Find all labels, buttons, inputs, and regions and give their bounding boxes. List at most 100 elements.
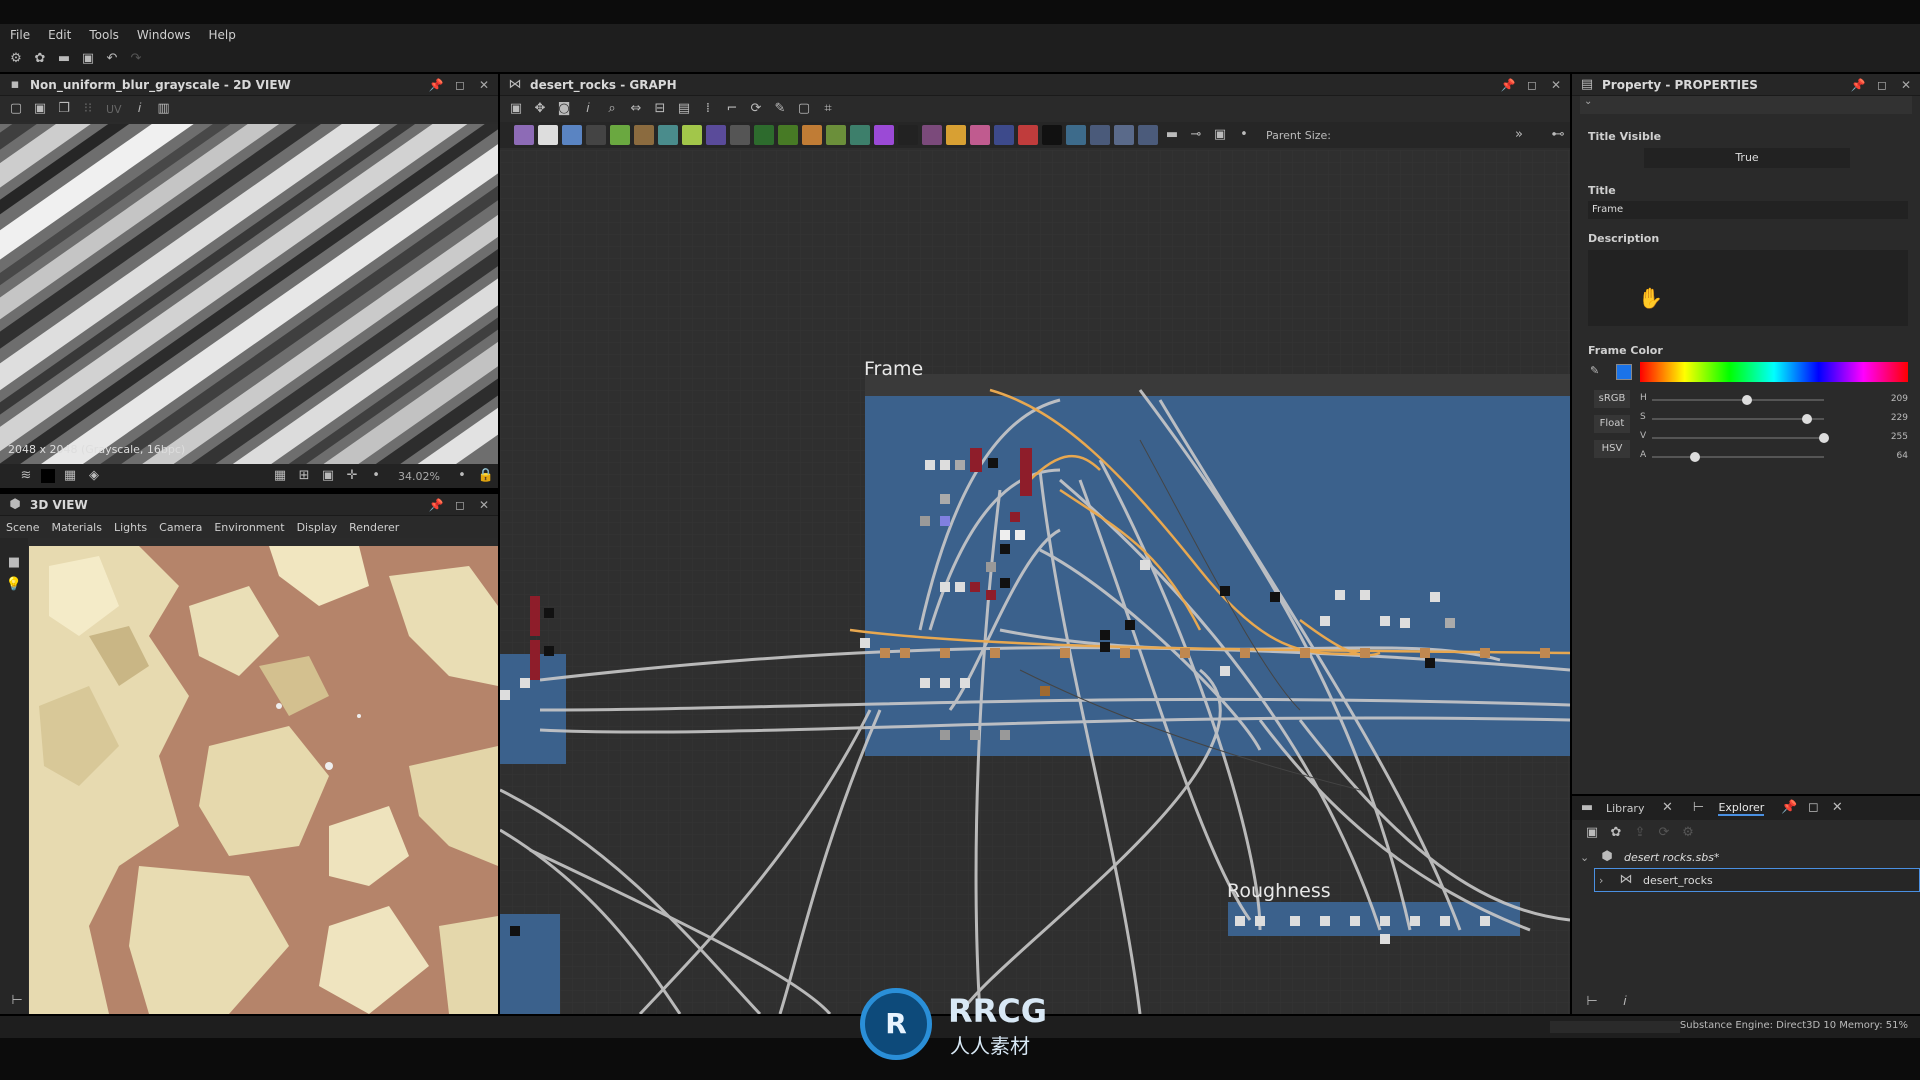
menu-display[interactable]: Display bbox=[297, 521, 338, 534]
toggle-icon[interactable]: ⊷ bbox=[1549, 126, 1567, 144]
warning-node-icon[interactable] bbox=[946, 125, 966, 145]
color-picker-icon[interactable]: ◈ bbox=[85, 467, 103, 485]
save-icon[interactable]: ▣ bbox=[1583, 824, 1601, 842]
center-icon[interactable]: ✛ bbox=[343, 467, 361, 485]
link-icon[interactable]: ⌐ bbox=[723, 100, 741, 118]
channels-icon[interactable]: ≋ bbox=[17, 467, 35, 485]
chevron-right-icon[interactable]: › bbox=[1599, 874, 1613, 887]
tab-library[interactable]: Library bbox=[1606, 802, 1644, 815]
fill-node-icon[interactable] bbox=[1018, 125, 1038, 145]
menu-file[interactable]: File bbox=[10, 28, 30, 42]
pin-icon[interactable]: 📌 bbox=[428, 77, 444, 93]
function-icon[interactable] bbox=[1114, 125, 1134, 145]
uv-dropdown[interactable]: UV bbox=[106, 103, 122, 116]
dot-node-icon[interactable]: • bbox=[1235, 126, 1253, 144]
normal-node-icon[interactable] bbox=[826, 125, 846, 145]
fit-view-icon[interactable]: ▣ bbox=[319, 467, 337, 485]
slider-track[interactable] bbox=[1652, 433, 1829, 443]
svg-node-icon[interactable] bbox=[538, 125, 558, 145]
slider-v[interactable]: V 255 bbox=[1640, 430, 1910, 449]
slider-a[interactable]: A 64 bbox=[1640, 449, 1910, 468]
histogram-icon[interactable]: ▥ bbox=[155, 100, 173, 118]
menu-windows[interactable]: Windows bbox=[137, 28, 191, 42]
pin-node-icon[interactable]: ⊸ bbox=[1187, 126, 1205, 144]
tools-icon[interactable]: ✎ bbox=[771, 100, 789, 118]
zoom-value[interactable]: 34.02% bbox=[398, 470, 440, 483]
save-icon[interactable]: ▣ bbox=[79, 50, 97, 68]
zoom-icon[interactable]: ⌕ bbox=[603, 100, 621, 118]
new-substance-icon[interactable]: ✿ bbox=[31, 50, 49, 68]
camera-icon[interactable]: ■ bbox=[5, 554, 23, 572]
fit-icon[interactable]: ⇔ bbox=[627, 100, 645, 118]
slider-track[interactable] bbox=[1652, 414, 1824, 424]
tree-icon[interactable]: ⊢ bbox=[1583, 993, 1601, 1011]
dot-icon[interactable]: • bbox=[367, 467, 385, 485]
graph-link-icon[interactable] bbox=[1138, 125, 1158, 145]
chevron-down-icon[interactable]: ⌄ bbox=[1584, 96, 1592, 107]
pin-icon[interactable]: 📌 bbox=[1780, 799, 1798, 817]
menu-help[interactable]: Help bbox=[208, 28, 235, 42]
close-icon[interactable]: ✕ bbox=[476, 497, 492, 513]
graph-row[interactable]: › ⋈ desert_rocks bbox=[1594, 868, 1920, 892]
screenshot-icon[interactable]: ◙ bbox=[555, 100, 573, 118]
input-node-icon[interactable] bbox=[778, 125, 798, 145]
maximize-icon[interactable]: ◻ bbox=[1874, 77, 1890, 93]
value-proc-icon[interactable] bbox=[1090, 125, 1110, 145]
edge-node-icon[interactable] bbox=[922, 125, 942, 145]
align-icon[interactable]: ⊟ bbox=[651, 100, 669, 118]
maximize-icon[interactable]: ◻ bbox=[1804, 799, 1822, 817]
scene-tree-icon[interactable]: ⊢ bbox=[8, 992, 26, 1010]
menu-materials[interactable]: Materials bbox=[52, 521, 102, 534]
frame-node-icon[interactable]: ▣ bbox=[1211, 126, 1229, 144]
collapse-bar[interactable]: ⌄ bbox=[1580, 96, 1912, 114]
export-icon[interactable]: ⇪ bbox=[1631, 824, 1649, 842]
pixel-proc-icon[interactable] bbox=[1066, 125, 1086, 145]
graph-canvas[interactable]: Frame Roughness bbox=[500, 150, 1570, 1014]
close-icon[interactable]: ✕ bbox=[1898, 77, 1914, 93]
menu-scene[interactable]: Scene bbox=[6, 521, 40, 534]
frame-color-swatch[interactable] bbox=[1616, 364, 1632, 380]
fit-icon[interactable]: ▢ bbox=[7, 100, 25, 118]
slider-handle[interactable] bbox=[1819, 433, 1829, 443]
info-icon[interactable]: 𝑖 bbox=[1616, 993, 1634, 1011]
expand-toolbar-icon[interactable]: » bbox=[1510, 126, 1528, 144]
copy-icon[interactable]: ❐ bbox=[55, 100, 73, 118]
output-node-icon[interactable] bbox=[754, 125, 774, 145]
tiling-icon[interactable]: ⊞ bbox=[295, 467, 313, 485]
move-icon[interactable]: ✥ bbox=[531, 100, 549, 118]
tile-icon[interactable]: ⁝⁝ bbox=[79, 100, 97, 118]
transform-node-icon[interactable] bbox=[658, 125, 678, 145]
texture-preview[interactable]: 2048 x 2048 (Grayscale, 16bpc) bbox=[0, 124, 498, 464]
distance-node-icon[interactable] bbox=[994, 125, 1014, 145]
redo-icon[interactable]: ↷ bbox=[127, 50, 145, 68]
color-node-icon[interactable] bbox=[874, 125, 894, 145]
slider-h[interactable]: H 209 bbox=[1640, 392, 1910, 411]
description-input[interactable] bbox=[1588, 250, 1908, 326]
grid-icon[interactable]: ▦ bbox=[271, 467, 289, 485]
bitmap-node-icon[interactable] bbox=[514, 125, 534, 145]
layout-icon[interactable]: ▤ bbox=[675, 100, 693, 118]
close-icon[interactable]: ✕ bbox=[1548, 77, 1564, 93]
blur-node-icon[interactable] bbox=[706, 125, 726, 145]
menu-lights[interactable]: Lights bbox=[114, 521, 147, 534]
levels-node-icon[interactable] bbox=[802, 125, 822, 145]
blend-node-icon[interactable] bbox=[634, 125, 654, 145]
slider-track[interactable] bbox=[1652, 452, 1824, 462]
open-folder-icon[interactable]: ▬ bbox=[55, 50, 73, 68]
settings-icon[interactable]: ⚙ bbox=[1679, 824, 1697, 842]
gradient-node-icon[interactable] bbox=[610, 125, 630, 145]
maximize-icon[interactable]: ◻ bbox=[1524, 77, 1540, 93]
chevron-down-icon[interactable]: ⌄ bbox=[1580, 851, 1594, 864]
roughness-frame-title[interactable]: Roughness bbox=[1227, 880, 1331, 902]
menu-camera[interactable]: Camera bbox=[159, 521, 202, 534]
node-grid-icon[interactable]: ⁞ bbox=[699, 100, 717, 118]
title-visible-toggle[interactable]: True bbox=[1644, 148, 1850, 168]
frame-icon[interactable]: ▢ bbox=[795, 100, 813, 118]
slider-s[interactable]: S 229 bbox=[1640, 411, 1910, 430]
maximize-icon[interactable]: ◻ bbox=[452, 497, 468, 513]
slider-handle[interactable] bbox=[1690, 452, 1700, 462]
curve-node-icon[interactable] bbox=[682, 125, 702, 145]
light-bulb-icon[interactable]: 💡 bbox=[5, 576, 23, 594]
pin-icon[interactable]: 📌 bbox=[1500, 77, 1516, 93]
black-bg-icon[interactable] bbox=[41, 469, 55, 483]
